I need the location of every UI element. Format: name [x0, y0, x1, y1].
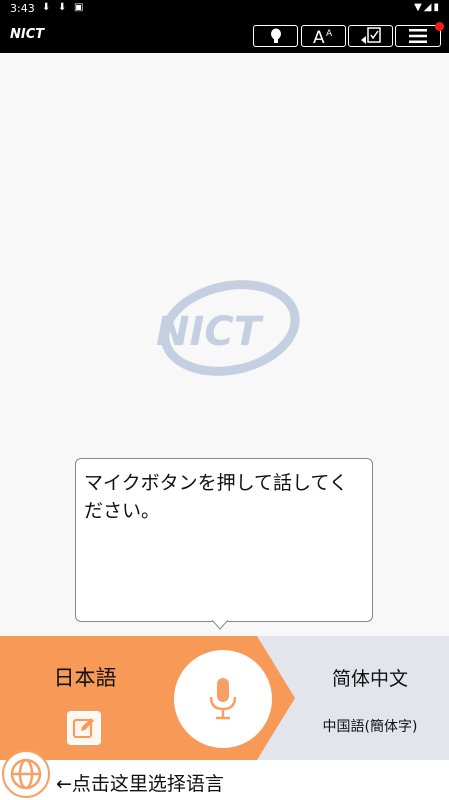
globe-icon — [10, 758, 42, 790]
language-panel: 日本語 简体中文 中国語(簡体字) ←点击这里选择语言 — [0, 636, 449, 800]
target-language-sublabel: 中国語(簡体字) — [322, 719, 418, 735]
watermark-text: NICT — [156, 309, 264, 355]
menu-button[interactable] — [395, 22, 444, 47]
edit-button[interactable] — [67, 711, 101, 745]
microphone-icon — [209, 678, 237, 720]
language-select-button[interactable] — [2, 750, 50, 798]
language-hint-text: ←点击这里选择语言 — [56, 773, 224, 795]
svg-text:A: A — [326, 29, 333, 39]
download-icon: ⬇ — [58, 2, 67, 13]
photo-icon: ▣ — [74, 2, 84, 13]
lightbulb-icon — [270, 28, 281, 43]
download-icon: ⬇ — [42, 2, 51, 13]
prompt-bubble: マイクボタンを押して話してください。 — [75, 458, 373, 622]
source-language-button[interactable]: 日本語 — [30, 662, 140, 692]
font-size-icon: A A — [313, 28, 333, 45]
app-bar: NICT A A — [0, 18, 449, 53]
nict-logo: NICT — [10, 27, 45, 42]
microphone-button[interactable] — [174, 650, 272, 748]
history-button[interactable] — [348, 25, 393, 47]
bubble-tail — [212, 620, 228, 630]
notification-dot — [435, 22, 444, 31]
svg-text:A: A — [313, 28, 325, 45]
status-time: 3:43 — [10, 2, 35, 15]
wifi-icon: ▼ — [414, 2, 424, 13]
history-icon — [360, 27, 381, 44]
target-language-button[interactable]: 简体中文 — [300, 664, 440, 691]
menu-icon — [409, 29, 427, 43]
hint-button[interactable] — [253, 25, 298, 47]
status-bar: 3:43 ⬇ ⬇ ▣ ▼◢▮ — [0, 0, 449, 18]
nict-watermark-logo: NICT — [156, 280, 300, 376]
battery-icon: ▮ — [433, 2, 441, 13]
font-size-button[interactable]: A A — [301, 25, 346, 47]
prompt-text: マイクボタンを押して話してください。 — [84, 472, 348, 522]
edit-icon — [73, 718, 94, 738]
system-icons: ▼◢▮ — [414, 2, 441, 13]
